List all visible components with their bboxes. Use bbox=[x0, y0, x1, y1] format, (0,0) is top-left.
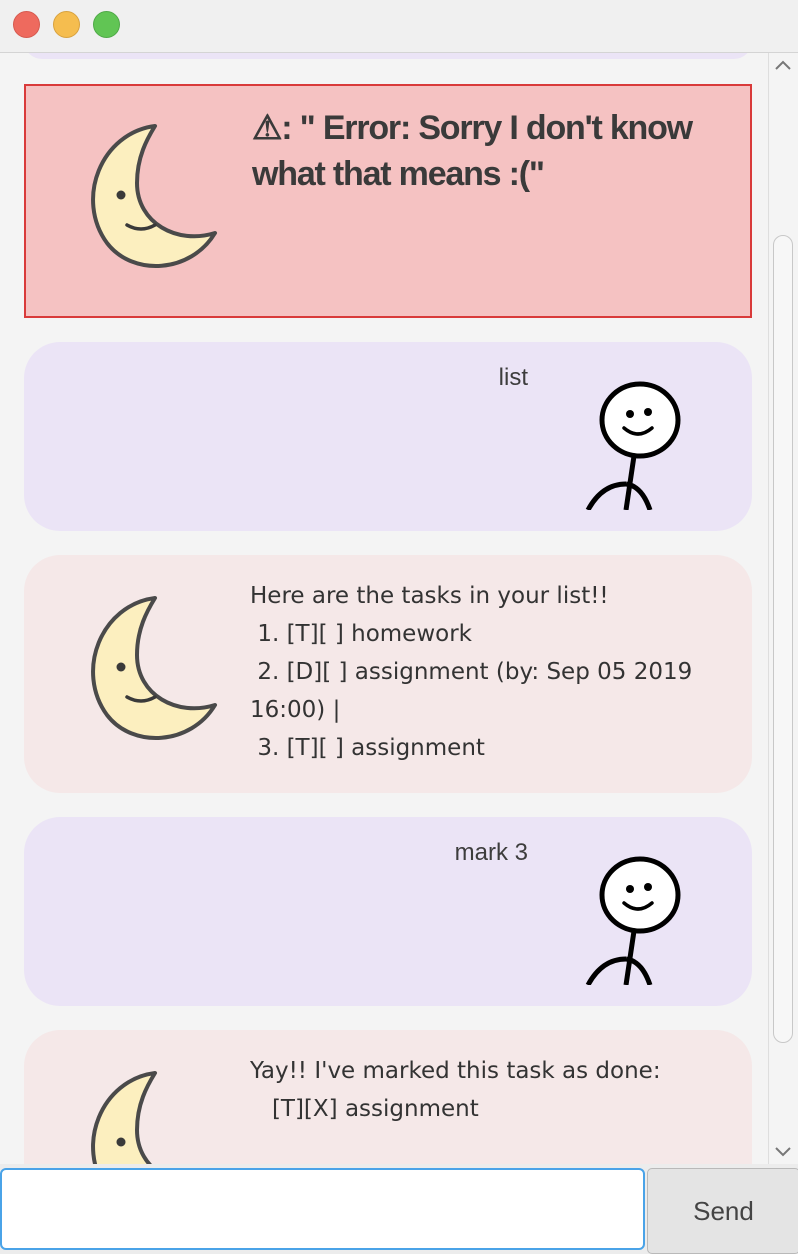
user-message-bubble: list bbox=[24, 342, 752, 531]
stick-figure-icon bbox=[585, 856, 681, 985]
scroll-down-icon[interactable] bbox=[773, 1141, 793, 1161]
scrollbar-thumb[interactable] bbox=[773, 235, 793, 1043]
maximize-window-button[interactable] bbox=[93, 11, 120, 38]
close-window-button[interactable] bbox=[13, 11, 40, 38]
moon-face-icon bbox=[91, 124, 217, 268]
previous-message-bubble bbox=[24, 53, 752, 59]
bot-error-message: ⚠: " Error: Sorry I don't know what that… bbox=[24, 84, 752, 318]
bot-message-bubble: Yay!! I've marked this task as done: [T]… bbox=[24, 1030, 752, 1164]
moon-face-icon bbox=[91, 596, 217, 740]
send-button[interactable]: Send bbox=[647, 1168, 798, 1254]
chat-scroll-area[interactable]: ⚠: " Error: Sorry I don't know what that… bbox=[0, 53, 768, 1164]
minimize-window-button[interactable] bbox=[53, 11, 80, 38]
input-bar: Send bbox=[0, 1164, 798, 1254]
bot-message-bubble: Here are the tasks in your list!! 1. [T]… bbox=[24, 555, 752, 793]
bot-message-text: Here are the tasks in your list!! 1. [T]… bbox=[250, 583, 693, 761]
user-message-bubble: mark 3 bbox=[24, 817, 752, 1006]
bot-message-text: Yay!! I've marked this task as done: [T]… bbox=[250, 1058, 661, 1122]
window-titlebar bbox=[0, 0, 798, 53]
message-input[interactable] bbox=[0, 1168, 645, 1250]
scroll-up-icon[interactable] bbox=[773, 56, 793, 76]
stick-figure-icon bbox=[585, 381, 681, 510]
user-message-text: list bbox=[498, 364, 528, 391]
moon-face-icon bbox=[91, 1071, 157, 1164]
error-message-text: ⚠: " Error: Sorry I don't know what that… bbox=[252, 109, 701, 193]
vertical-scrollbar[interactable] bbox=[768, 53, 798, 1164]
user-message-text: mark 3 bbox=[454, 839, 528, 866]
